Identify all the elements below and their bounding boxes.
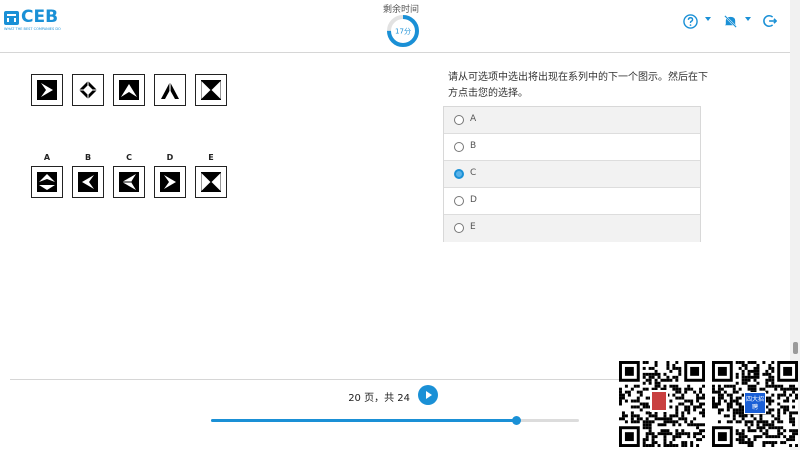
progress-fill — [211, 419, 517, 422]
option-label-b: B — [470, 141, 477, 151]
arrow-up-glyph-icon — [119, 80, 139, 100]
next-page-button[interactable] — [418, 385, 438, 405]
option-tile-letter-a: A — [43, 153, 51, 162]
option-tile-d — [154, 166, 186, 198]
option-label-d: D — [470, 195, 477, 205]
help-dropdown-chevron-icon[interactable] — [705, 17, 711, 21]
timer-value: 17分 — [395, 27, 411, 36]
answer-options: A B C D E — [443, 106, 701, 242]
arrow-right-glyph-icon — [37, 80, 57, 100]
qr-center-label: 四大招聘 — [744, 392, 766, 414]
option-tile-c — [113, 166, 145, 198]
option-tile-letter-d: D — [166, 153, 174, 162]
option-tile-b — [72, 166, 104, 198]
footer-divider — [10, 379, 620, 380]
arrow-right-glyph-icon — [160, 172, 180, 192]
option-row-c[interactable]: C — [444, 161, 700, 188]
series-tile-3 — [113, 74, 145, 106]
logo-subtext: WHAT THE BEST COMPANIES DO — [4, 27, 61, 31]
sound-dropdown-chevron-icon[interactable] — [745, 17, 751, 21]
progress-bar — [211, 416, 579, 425]
radio-c[interactable] — [454, 169, 464, 179]
arrow-up-left-glyph-icon — [37, 172, 57, 192]
option-row-d[interactable]: D — [444, 188, 700, 215]
progress-knob — [512, 416, 522, 425]
logo-text: CEB — [21, 7, 59, 27]
ceb-logo: CEB WHAT THE BEST COMPANIES DO — [4, 7, 64, 36]
qr-logo-stamp — [650, 390, 668, 412]
exit-icon[interactable] — [763, 14, 777, 28]
scrollbar-thumb[interactable] — [793, 342, 798, 354]
app-header: CEB WHAT THE BEST COMPANIES DO 剩余时间 17分 — [0, 0, 790, 53]
logo-building-icon — [4, 11, 19, 25]
arrow-up-split-glyph-icon — [161, 82, 179, 99]
hourglass-glyph-icon — [201, 172, 221, 192]
option-row-b[interactable]: B — [444, 134, 700, 161]
diamond-glyph-icon — [79, 81, 97, 99]
option-row-e[interactable]: E — [444, 215, 700, 242]
mute-icon[interactable] — [723, 14, 738, 29]
question-text: 请从可选项中选出将出现在系列中的下一个图示。然后在下方点击您的选择。 — [448, 72, 708, 99]
option-label-c: C — [470, 168, 477, 178]
option-tile-a — [31, 166, 63, 198]
option-tile-e — [195, 166, 227, 198]
option-tile-letter-b: B — [84, 153, 92, 162]
series-tile-1 — [31, 74, 63, 106]
radio-a[interactable] — [454, 115, 464, 125]
arrow-left-glyph-icon — [78, 172, 98, 192]
series-tile-4 — [154, 74, 186, 106]
option-label-e: E — [470, 222, 476, 232]
help-icon[interactable] — [683, 14, 698, 29]
series-tile-5 — [195, 74, 227, 106]
option-tile-letter-c: C — [126, 153, 132, 162]
radio-d[interactable] — [454, 196, 464, 206]
option-row-a[interactable]: A — [444, 107, 700, 134]
hourglass-glyph-icon — [201, 80, 221, 100]
radio-b[interactable] — [454, 142, 464, 152]
page-indicator: 20 页，共 24 — [348, 393, 410, 404]
arrow-left-b-glyph-icon — [119, 172, 139, 192]
option-tile-letter-e: E — [208, 153, 214, 162]
countdown-timer: 17分 — [387, 15, 419, 47]
radio-e[interactable] — [454, 223, 464, 233]
option-label-a: A — [470, 114, 477, 124]
series-tile-2 — [72, 74, 104, 106]
